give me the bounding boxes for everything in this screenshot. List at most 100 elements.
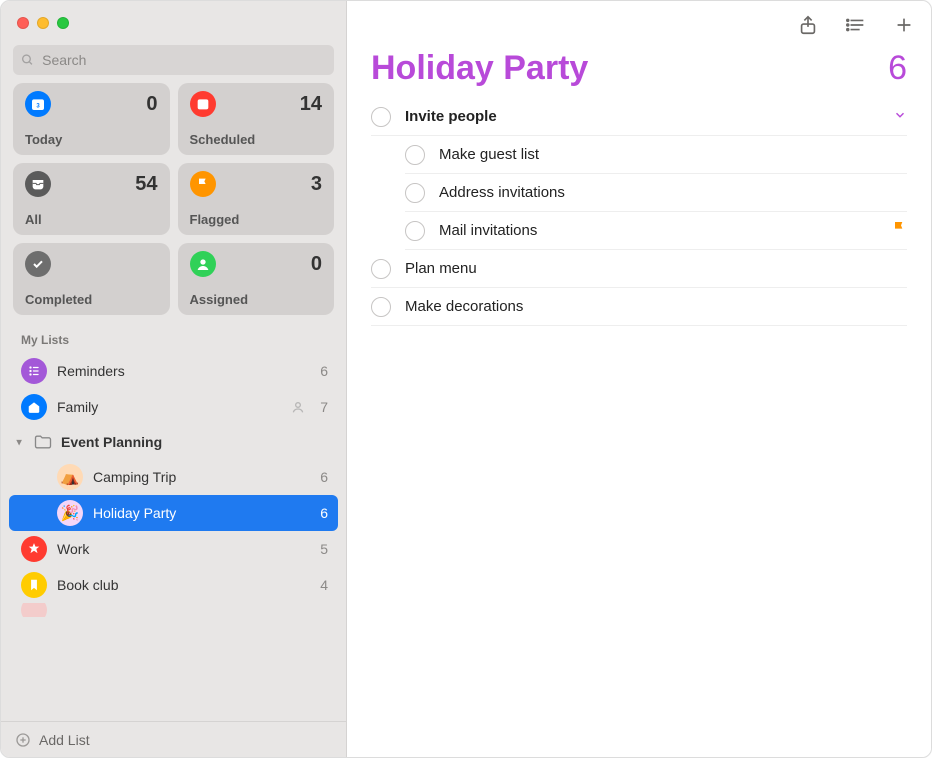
list-label: Work xyxy=(57,541,89,557)
folder-event-planning[interactable]: ▸ Event Planning xyxy=(9,425,338,459)
smart-flagged[interactable]: 3 Flagged xyxy=(178,163,335,235)
smart-completed-label: Completed xyxy=(25,292,158,307)
search-icon xyxy=(21,53,34,67)
complete-checkbox[interactable] xyxy=(371,259,391,279)
list-header: Holiday Party 6 xyxy=(347,49,931,98)
list-label: Holiday Party xyxy=(93,505,176,521)
search-field[interactable] xyxy=(13,45,334,75)
reminder-title: Invite people xyxy=(405,108,879,125)
list-family[interactable]: Family 7 xyxy=(9,389,338,425)
reminder-item[interactable]: Plan menu xyxy=(371,250,907,288)
party-icon: 🎉 xyxy=(57,500,83,526)
minimize-window-button[interactable] xyxy=(37,17,49,29)
add-list-button[interactable]: Add List xyxy=(1,721,346,757)
complete-checkbox[interactable] xyxy=(405,145,425,165)
smart-lists-grid: 3 0 Today 14 Scheduled xyxy=(1,83,346,315)
list-book-club[interactable]: Book club 4 xyxy=(9,567,338,603)
complete-checkbox[interactable] xyxy=(371,107,391,127)
main-content: Holiday Party 6 Invite people Make guest… xyxy=(347,1,931,757)
share-icon xyxy=(797,14,819,36)
plus-icon xyxy=(893,14,915,36)
list-title: Holiday Party xyxy=(371,49,588,88)
tray-icon xyxy=(25,171,51,197)
chevron-down-icon[interactable] xyxy=(893,108,907,125)
list-reminders[interactable]: Reminders 6 xyxy=(9,353,338,389)
reminder-items: Invite people Make guest list Address in… xyxy=(347,98,931,326)
list-count: 6 xyxy=(320,505,328,521)
tent-icon: ⛺ xyxy=(57,464,83,490)
check-icon xyxy=(25,251,51,277)
reminder-subtask[interactable]: Address invitations xyxy=(405,174,907,212)
reminder-title: Make decorations xyxy=(405,298,907,315)
smart-all[interactable]: 54 All xyxy=(13,163,170,235)
plus-circle-icon xyxy=(15,732,31,748)
my-lists-header: My Lists xyxy=(1,315,346,353)
list-work[interactable]: Work 5 xyxy=(9,531,338,567)
complete-checkbox[interactable] xyxy=(371,297,391,317)
folder-icon xyxy=(31,430,55,454)
disclosure-triangle-icon[interactable]: ▸ xyxy=(14,436,25,448)
add-reminder-button[interactable] xyxy=(891,12,917,38)
smart-completed[interactable]: Completed xyxy=(13,243,170,315)
calendar-icon: 3 xyxy=(25,91,51,117)
share-button[interactable] xyxy=(795,12,821,38)
toolbar xyxy=(347,1,931,49)
list-label: Reminders xyxy=(57,363,125,379)
list-count: 5 xyxy=(320,541,328,557)
list-count: 4 xyxy=(320,577,328,593)
lists-container: Reminders 6 Family 7 ▸ Event Planning xyxy=(1,353,346,721)
list-label: Book club xyxy=(57,577,118,593)
smart-flagged-count: 3 xyxy=(311,173,322,196)
list-camping-trip[interactable]: ⛺ Camping Trip 6 xyxy=(9,459,338,495)
reminder-title: Mail invitations xyxy=(439,222,877,239)
search-input[interactable] xyxy=(40,51,326,69)
close-window-button[interactable] xyxy=(17,17,29,29)
smart-today[interactable]: 3 0 Today xyxy=(13,83,170,155)
reminder-title: Plan menu xyxy=(405,260,907,277)
list-options-icon xyxy=(845,14,867,36)
list-count: 7 xyxy=(320,399,328,415)
smart-scheduled-count: 14 xyxy=(300,93,322,116)
add-list-label: Add List xyxy=(39,732,90,748)
smart-scheduled-label: Scheduled xyxy=(190,132,323,147)
reminder-title: Make guest list xyxy=(439,146,907,163)
house-icon xyxy=(21,394,47,420)
smart-today-count: 0 xyxy=(146,93,157,116)
window-controls xyxy=(1,1,346,45)
list-big-count: 6 xyxy=(888,49,907,88)
smart-scheduled[interactable]: 14 Scheduled xyxy=(178,83,335,155)
list-holiday-party[interactable]: 🎉 Holiday Party 6 xyxy=(9,495,338,531)
person-icon xyxy=(190,251,216,277)
view-options-button[interactable] xyxy=(843,12,869,38)
flag-icon xyxy=(891,220,907,241)
smart-assigned-label: Assigned xyxy=(190,292,323,307)
list-icon xyxy=(21,603,47,617)
smart-today-label: Today xyxy=(25,132,158,147)
list-label: Camping Trip xyxy=(93,469,176,485)
star-icon xyxy=(21,536,47,562)
calendar-icon xyxy=(190,91,216,117)
fullscreen-window-button[interactable] xyxy=(57,17,69,29)
reminder-subtask[interactable]: Make guest list xyxy=(405,136,907,174)
reminder-item[interactable]: Make decorations xyxy=(371,288,907,326)
reminder-title: Address invitations xyxy=(439,184,907,201)
reminders-window: 3 0 Today 14 Scheduled xyxy=(0,0,932,758)
subtask-group: Make guest list Address invitations Mail… xyxy=(405,136,907,250)
smart-flagged-label: Flagged xyxy=(190,212,323,227)
complete-checkbox[interactable] xyxy=(405,221,425,241)
smart-all-label: All xyxy=(25,212,158,227)
sidebar: 3 0 Today 14 Scheduled xyxy=(1,1,347,757)
reminder-item[interactable]: Invite people xyxy=(371,98,907,136)
list-truncated[interactable] xyxy=(9,603,338,617)
complete-checkbox[interactable] xyxy=(405,183,425,203)
smart-all-count: 54 xyxy=(135,173,157,196)
list-count: 6 xyxy=(320,363,328,379)
smart-assigned-count: 0 xyxy=(311,253,322,276)
smart-assigned[interactable]: 0 Assigned xyxy=(178,243,335,315)
flag-icon xyxy=(190,171,216,197)
reminder-subtask[interactable]: Mail invitations xyxy=(405,212,907,250)
list-label: Family xyxy=(57,399,98,415)
bookmark-icon xyxy=(21,572,47,598)
list-bullet-icon xyxy=(21,358,47,384)
list-count: 6 xyxy=(320,469,328,485)
